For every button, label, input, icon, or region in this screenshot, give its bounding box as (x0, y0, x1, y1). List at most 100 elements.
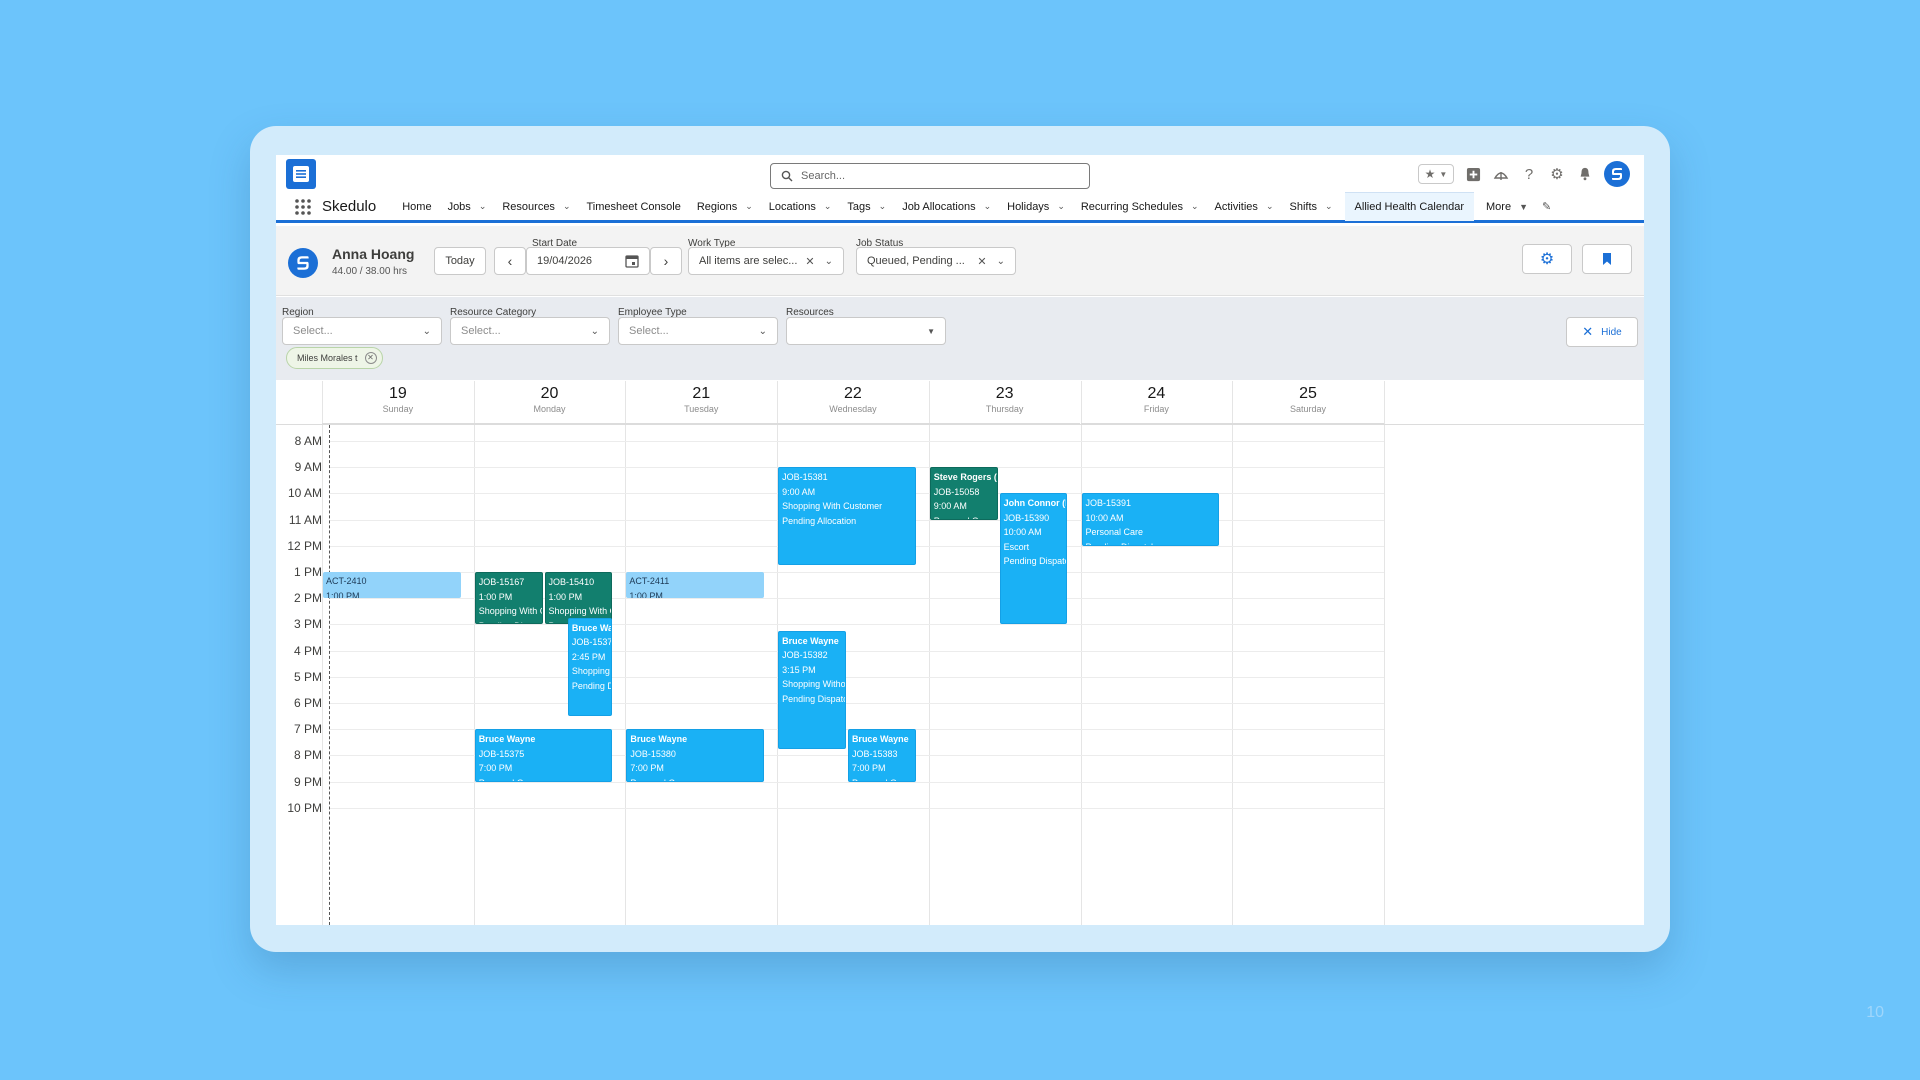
edit-nav-pencil-icon[interactable]: ✎ (1542, 200, 1551, 213)
event-detail: 9:00 AM (782, 486, 816, 497)
calendar-event[interactable]: JOB-15391 10:00 AM Personal Care Pending Di… (1081, 493, 1220, 546)
day-name: Friday (1143, 404, 1169, 414)
bookmark-icon (1603, 253, 1611, 265)
day-header-wednesday[interactable]: 22 Wednesday (777, 381, 929, 425)
bookmark-button[interactable] (1582, 244, 1632, 274)
day-header-friday[interactable]: 24 Friday (1080, 381, 1233, 425)
calendar-event[interactable]: JOB-154101:00 PMShopping With CustomerPe… (544, 572, 613, 625)
nav-item-timesheet-console[interactable]: Timesheet Console (586, 201, 680, 213)
settings-button[interactable]: ⚙ (1522, 244, 1572, 274)
event-detail: Personal Care (934, 514, 994, 519)
next-week-button[interactable]: › (650, 247, 682, 275)
resources-select[interactable]: ▼ (786, 317, 946, 345)
day-header-saturday[interactable]: 25 Saturday (1232, 381, 1384, 425)
event-detail: 10:00 AM (1085, 512, 1124, 523)
day-header-tuesday[interactable]: 21 Tuesday (625, 381, 778, 425)
calendar-event[interactable]: Bruce Wayne JOB-15375 7:00 PM Personal Care (474, 729, 613, 782)
global-search-input[interactable]: Search... (770, 163, 1090, 189)
calendar-event[interactable]: Bruce Wayne JOB-15374 2:45 PM Shopping With… (567, 617, 613, 717)
nav-more[interactable]: More ▼ (1486, 201, 1528, 213)
nav-item-label: Jobs (447, 200, 471, 213)
chevron-down-icon[interactable]: ⌄ (1191, 201, 1199, 212)
nav-item-jobs[interactable]: Jobs ⌄ (448, 201, 487, 213)
day-number: 23 (995, 385, 1014, 402)
resource-filter-chip[interactable]: Miles Morales t ✕ (286, 347, 383, 369)
calendar-event[interactable]: ACT-2411 1:00 PM (626, 572, 765, 599)
day-header-thursday[interactable]: 23 Thursday (928, 381, 1081, 425)
hide-filters-button[interactable]: ✕ Hide (1566, 317, 1638, 347)
event-detail: Personal Care (852, 776, 912, 781)
chevron-down-icon[interactable]: ⌄ (1057, 201, 1065, 212)
setup-gear-icon[interactable]: ⚙ (1548, 165, 1566, 183)
calendar-event[interactable]: JOB-15167 1:00 PM Shopping With Customer Pe… (474, 572, 543, 625)
event-detail: JOB-15380 (630, 748, 676, 759)
app-launcher-icon[interactable] (294, 198, 312, 216)
chevron-down-icon[interactable]: ⌄ (745, 201, 753, 212)
chevron-down-icon[interactable]: ⌄ (984, 201, 992, 212)
chip-label: Miles Morales t (297, 353, 358, 363)
calendar-event[interactable]: Bruce Wayne JOB-15382 3:15 PM Shopping With… (778, 630, 846, 749)
day-number: 25 (1299, 385, 1317, 402)
nav-item-resources[interactable]: Resources ⌄ (502, 201, 570, 213)
trailhead-icon[interactable] (1492, 165, 1510, 183)
tab-allied-health-calendar[interactable]: Allied Health Calendar (1344, 192, 1474, 221)
calendar-event[interactable]: Steve Rogers (For JOB-15058 9:00 AM Persona… (929, 467, 998, 520)
event-detail: Shopping With Customer (548, 606, 612, 616)
nav-item-regions[interactable]: Regions ⌄ (697, 201, 753, 213)
start-date-input[interactable]: 19/04/2026 (526, 247, 650, 275)
calendar-event[interactable]: Bruce Wayne JOB-15383 7:00 PM Personal Care (847, 729, 916, 782)
favorites-button[interactable]: ★ ▼ (1418, 164, 1454, 184)
nav-item-recurring-schedules[interactable]: Recurring Schedules ⌄ (1081, 201, 1199, 213)
notifications-bell-icon[interactable] (1576, 165, 1594, 183)
region-select[interactable]: Select... ⌄ (282, 317, 442, 345)
nav-item-home[interactable]: Home (402, 201, 431, 213)
hour-gridline (330, 703, 1384, 704)
calendar-icon[interactable] (625, 254, 639, 268)
help-icon[interactable]: ? (1520, 165, 1538, 183)
event-detail: Shopping With Customer (782, 501, 883, 512)
calendar-event[interactable]: ACT-2410 1:00 PM (323, 572, 461, 599)
app-logo-icon[interactable] (286, 159, 316, 189)
calendar-event[interactable]: JOB-15381 9:00 AM Shopping With Customer Pe… (778, 467, 916, 566)
nav-item-tags[interactable]: Tags ⌄ (847, 201, 886, 213)
chevron-down-icon[interactable]: ⌄ (879, 201, 887, 212)
day-header-monday[interactable]: 20 Monday (473, 381, 626, 425)
nav-item-locations[interactable]: Locations ⌄ (769, 201, 832, 213)
week-calendar: 19 Sunday 20 Monday 21 Tuesday 22 Wednesday 23 Th… (276, 381, 1644, 925)
chevron-down-icon[interactable]: ⌄ (479, 201, 487, 212)
chip-remove-icon[interactable]: ✕ (364, 352, 377, 364)
calendar-event[interactable]: Bruce Wayne JOB-15380 7:00 PM Personal Care (626, 729, 765, 782)
chevron-down-icon[interactable]: ⌄ (563, 201, 571, 212)
chevron-down-icon: ⌄ (422, 325, 431, 337)
nav-item-label: Tags (847, 200, 871, 213)
nav-item-activities[interactable]: Activities ⌄ (1215, 201, 1274, 213)
today-button[interactable]: Today (434, 247, 486, 275)
day-header-sunday[interactable]: 19 Sunday (322, 381, 474, 425)
previous-week-button[interactable]: ‹ (494, 247, 526, 275)
nav-item-shifts[interactable]: Shifts ⌄ (1289, 201, 1332, 213)
calendar-toolbar: Anna Hoang 44.00 / 38.00 hrs Today Start… (276, 226, 1644, 296)
nav-item-holidays[interactable]: Holidays ⌄ (1007, 201, 1065, 213)
chevron-down-icon[interactable]: ⌄ (1325, 201, 1333, 212)
user-name: Anna Hoang (332, 246, 415, 262)
caret-down-icon: ▼ (1519, 201, 1528, 212)
employee-type-select[interactable]: Select... ⌄ (618, 317, 778, 345)
hour-label: 4 PM (293, 643, 322, 658)
chevron-down-icon[interactable]: ⌄ (824, 201, 832, 212)
event-detail: Shopping With Customer (571, 666, 612, 677)
calendar-event[interactable]: John Connor (For JOB-15390 10:00 AM Escort P… (999, 493, 1068, 625)
chevron-down-icon[interactable]: ⌄ (1266, 201, 1274, 212)
chevron-down-icon: ⌄ (758, 325, 767, 337)
user-avatar-icon[interactable] (1604, 161, 1630, 187)
nav-item-label: Locations (768, 200, 816, 213)
global-actions-icon[interactable] (1464, 165, 1482, 183)
work-type-select[interactable]: All items are selec... ✕ ⌄ (688, 247, 844, 275)
nav-item-job-allocations[interactable]: Job Allocations ⌄ (902, 201, 991, 213)
resource-category-placeholder: Select... (461, 325, 501, 337)
event-detail: 10:00 AM (1003, 527, 1042, 538)
job-status-select[interactable]: Queued, Pending ... ✕ ⌄ (856, 247, 1016, 275)
event-detail: JOB-15382 (782, 650, 828, 661)
resource-category-select[interactable]: Select... ⌄ (450, 317, 610, 345)
clear-icon[interactable]: ✕ (977, 255, 986, 268)
clear-icon[interactable]: ✕ (805, 255, 814, 268)
